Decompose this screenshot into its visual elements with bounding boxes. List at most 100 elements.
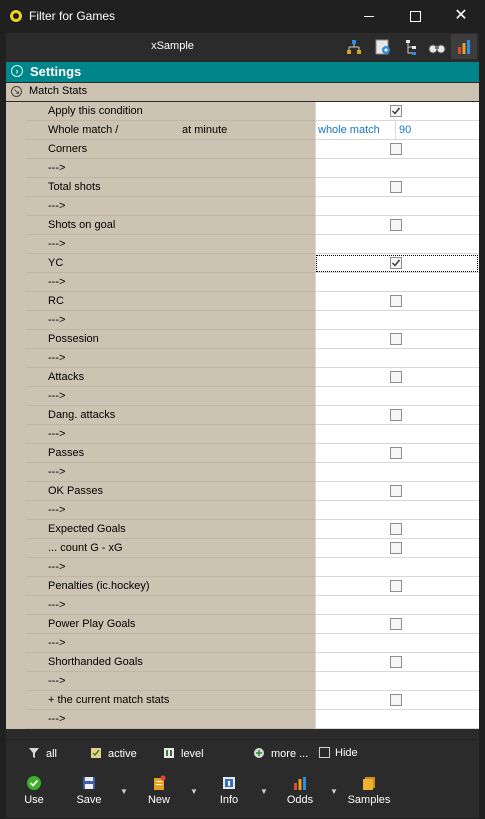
row-value-cell[interactable]	[315, 349, 479, 368]
row-label-cell[interactable]: --->	[26, 273, 315, 292]
unchecked-checkbox[interactable]	[390, 580, 402, 592]
level-filter-button[interactable]: level	[163, 747, 204, 760]
row-label-cell[interactable]: --->	[26, 425, 315, 444]
row-label-cell[interactable]: --->	[26, 634, 315, 653]
row-label-cell[interactable]: --->	[26, 235, 315, 254]
checked-checkbox[interactable]	[390, 257, 402, 269]
row-label-cell[interactable]: Apply this condition	[26, 102, 315, 121]
row-label-cell[interactable]: Attacks	[26, 368, 315, 387]
unchecked-checkbox[interactable]	[390, 694, 402, 706]
odds-button[interactable]: Odds	[283, 775, 317, 806]
row-label-cell[interactable]: --->	[26, 463, 315, 482]
row-label-cell[interactable]: ... count G - xG	[26, 539, 315, 558]
row-value-cell[interactable]	[315, 501, 479, 520]
row-value-cell[interactable]	[315, 653, 479, 672]
row-label-cell[interactable]: RC	[26, 292, 315, 311]
settings-page-icon[interactable]	[373, 37, 393, 57]
row-label-cell[interactable]: Expected Goals	[26, 520, 315, 539]
settings-header[interactable]: › Settings	[6, 62, 479, 82]
unchecked-checkbox[interactable]	[390, 219, 402, 231]
hierarchy-icon[interactable]	[344, 37, 364, 57]
hide-checkbox[interactable]	[319, 747, 330, 758]
chart-toggle-button[interactable]	[451, 34, 477, 59]
samples-button[interactable]: Samples	[346, 775, 392, 806]
row-value-cell[interactable]	[315, 710, 479, 729]
row-label-cell[interactable]: YC	[26, 254, 315, 273]
unchecked-checkbox[interactable]	[390, 295, 402, 307]
unchecked-checkbox[interactable]	[390, 542, 402, 554]
odds-dropdown-arrow-icon[interactable]: ▼	[330, 787, 338, 796]
row-value-cell[interactable]	[315, 102, 479, 121]
unchecked-checkbox[interactable]	[390, 656, 402, 668]
unchecked-checkbox[interactable]	[390, 181, 402, 193]
hide-toggle[interactable]: Hide	[319, 747, 358, 759]
binoculars-icon[interactable]	[427, 37, 447, 57]
row-value-cell[interactable]	[315, 330, 479, 349]
unchecked-checkbox[interactable]	[390, 523, 402, 535]
minute-value[interactable]: 90	[399, 124, 411, 136]
row-value-cell[interactable]	[315, 140, 479, 159]
row-value-cell[interactable]	[315, 273, 479, 292]
row-value-cell[interactable]	[315, 596, 479, 615]
save-button[interactable]: Save	[74, 775, 104, 806]
row-value-cell[interactable]	[315, 216, 479, 235]
row-label-cell[interactable]: --->	[26, 501, 315, 520]
row-value-cell[interactable]	[315, 691, 479, 710]
row-value-cell[interactable]	[315, 425, 479, 444]
row-label-cell[interactable]: --->	[26, 159, 315, 178]
row-value-cell[interactable]	[315, 577, 479, 596]
unchecked-checkbox[interactable]	[390, 447, 402, 459]
row-value-cell[interactable]	[315, 615, 479, 634]
unchecked-checkbox[interactable]	[390, 618, 402, 630]
row-label-cell[interactable]: Power Play Goals	[26, 615, 315, 634]
row-label-cell[interactable]: --->	[26, 672, 315, 691]
row-label-cell[interactable]: --->	[26, 387, 315, 406]
row-label-cell[interactable]: --->	[26, 349, 315, 368]
row-value-cell[interactable]	[315, 672, 479, 691]
row-label-cell[interactable]: Total shots	[26, 178, 315, 197]
info-dropdown-arrow-icon[interactable]: ▼	[260, 787, 268, 796]
row-label-cell[interactable]: Dang. attacks	[26, 406, 315, 425]
row-label-cell[interactable]: + the current match stats	[26, 691, 315, 710]
period-value[interactable]: whole match	[318, 124, 380, 136]
unchecked-checkbox[interactable]	[390, 143, 402, 155]
row-label-cell[interactable]: Possesion	[26, 330, 315, 349]
row-value-cell[interactable]	[315, 368, 479, 387]
row-label-cell[interactable]: Corners	[26, 140, 315, 159]
row-label-cell[interactable]: Shorthanded Goals	[26, 653, 315, 672]
checked-checkbox[interactable]	[390, 105, 402, 117]
row-label-cell[interactable]: Shots on goal	[26, 216, 315, 235]
category-match-stats[interactable]: ↘ Match Stats	[6, 83, 479, 101]
new-dropdown-arrow-icon[interactable]: ▼	[190, 787, 198, 796]
row-value-cell[interactable]	[315, 311, 479, 330]
row-label-cell[interactable]: --->	[26, 710, 315, 729]
row-label-cell[interactable]: --->	[26, 197, 315, 216]
info-button[interactable]: Info	[214, 775, 244, 806]
row-value-cell[interactable]	[315, 482, 479, 501]
new-button[interactable]: New	[144, 775, 174, 806]
row-value-cell[interactable]	[315, 235, 479, 254]
active-filter-button[interactable]: active	[90, 747, 137, 760]
row-value-cell[interactable]	[315, 444, 479, 463]
row-label-cell[interactable]: OK Passes	[26, 482, 315, 501]
row-value-cell[interactable]	[315, 292, 479, 311]
row-value-cell[interactable]	[315, 463, 479, 482]
row-value-cell[interactable]	[315, 159, 479, 178]
row-value-cell[interactable]	[315, 558, 479, 577]
row-value-cell[interactable]	[315, 539, 479, 558]
all-filter-button[interactable]: all	[28, 747, 57, 760]
tree-icon[interactable]	[402, 37, 422, 57]
use-button[interactable]: Use	[19, 775, 49, 806]
row-value-cell[interactable]	[315, 387, 479, 406]
more-filters-button[interactable]: more ...	[253, 747, 308, 760]
unchecked-checkbox[interactable]	[390, 371, 402, 383]
unchecked-checkbox[interactable]	[390, 485, 402, 497]
row-label-cell[interactable]: Penalties (ic.hockey)	[26, 577, 315, 596]
row-value-cell[interactable]	[315, 520, 479, 539]
unchecked-checkbox[interactable]	[390, 409, 402, 421]
row-value-cell[interactable]	[315, 178, 479, 197]
save-dropdown-arrow-icon[interactable]: ▼	[120, 787, 128, 796]
close-button[interactable]: ✕	[438, 0, 484, 32]
row-label-cell[interactable]: Whole match / at minute	[26, 121, 315, 140]
row-label-cell[interactable]: --->	[26, 311, 315, 330]
